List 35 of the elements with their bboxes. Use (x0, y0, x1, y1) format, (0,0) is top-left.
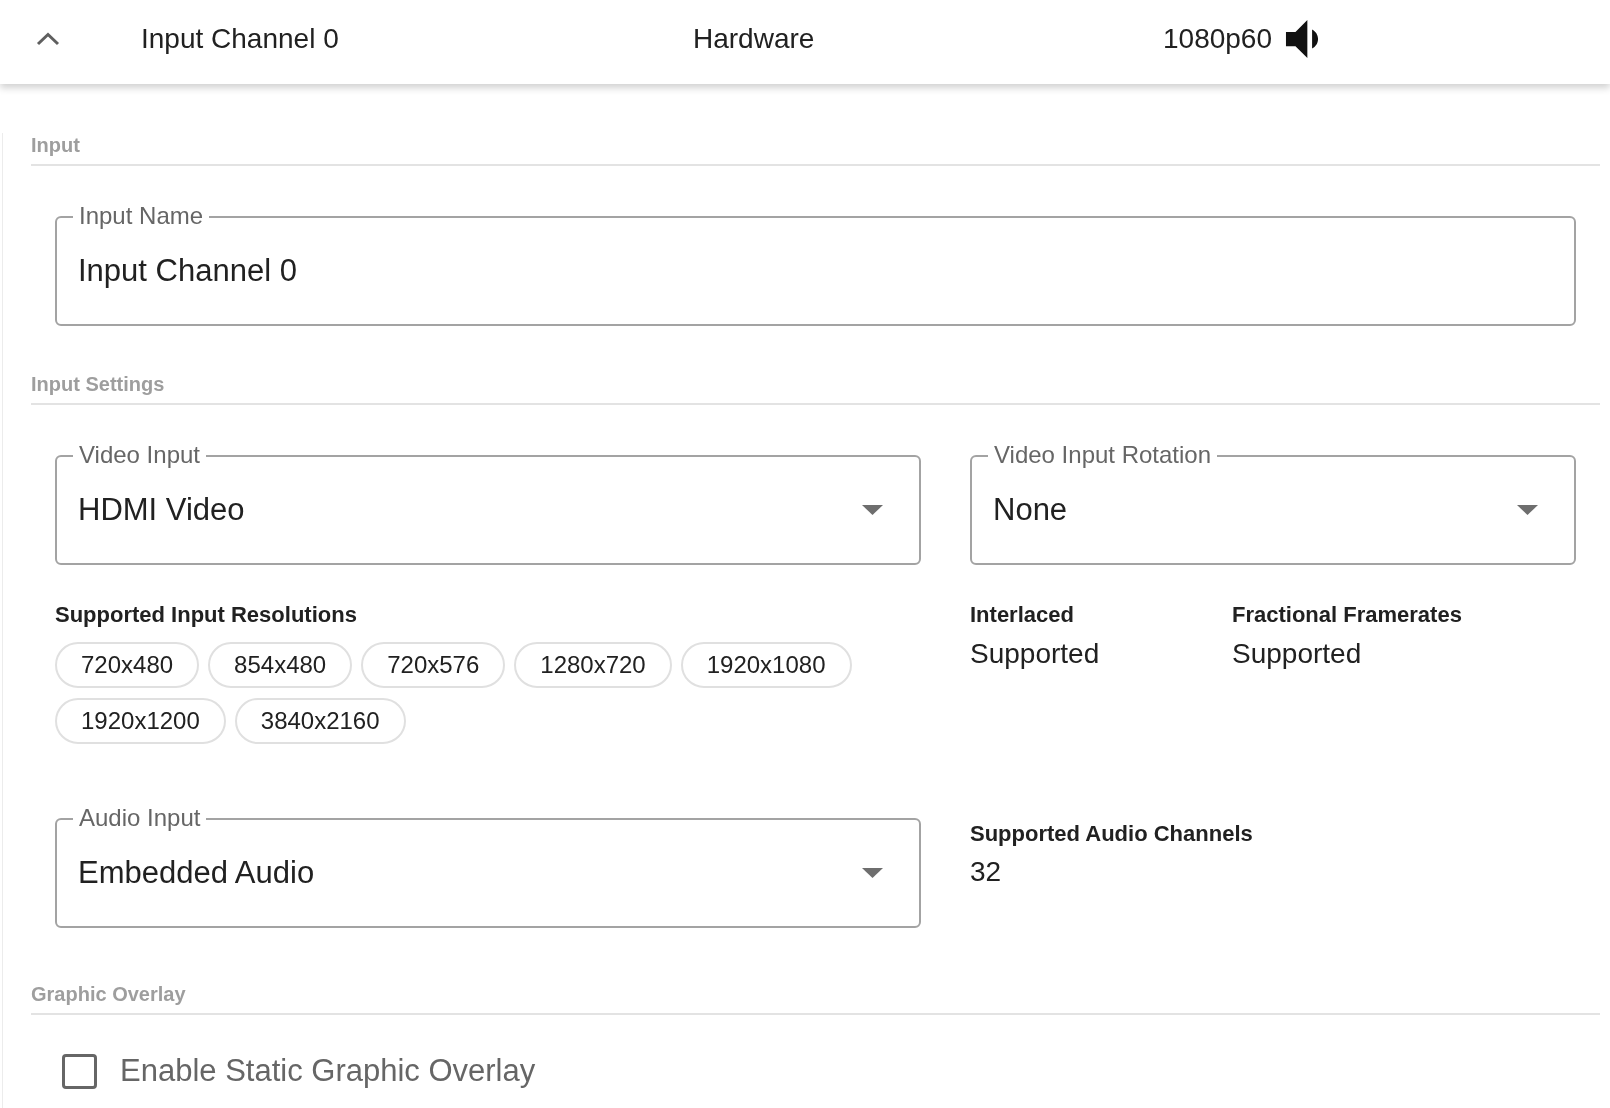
resolution-chip: 720x576 (361, 642, 506, 688)
resolution-chip: 1920x1080 (680, 642, 852, 688)
caret-down-icon (1517, 505, 1538, 515)
resolution-chip: 3840x2160 (234, 698, 406, 744)
checkbox[interactable] (62, 1053, 97, 1089)
video-format-label: 1080p60 (1163, 23, 1272, 55)
field-value: Embedded Audio (78, 855, 315, 891)
section-heading: Input (31, 134, 80, 156)
speaker-icon (1285, 20, 1319, 58)
field-label: Input Name (73, 204, 210, 228)
info-value: Supported (970, 638, 1100, 670)
resolution-chip: 720x480 (55, 642, 200, 688)
field-label: Video Input (73, 443, 206, 467)
section-heading: Graphic Overlay (31, 983, 186, 1005)
field-value: None (993, 492, 1068, 528)
resolution-chip: 1920x1200 (55, 698, 226, 744)
caret-down-icon (862, 505, 883, 515)
caret-down-icon (862, 868, 883, 878)
info-label: Supported Audio Channels (970, 822, 1253, 846)
field-value: Input Channel 0 (78, 253, 297, 289)
info-label: Interlaced (970, 603, 1074, 627)
info-label: Fractional Framerates (1232, 603, 1462, 627)
info-value: Supported (1232, 638, 1362, 670)
field-value: HDMI Video (78, 492, 245, 528)
info-label: Supported Input Resolutions (55, 603, 357, 627)
info-value: 32 (970, 856, 1002, 888)
panel-title: Input Channel 0 (141, 23, 339, 55)
field-label: Video Input Rotation (988, 443, 1218, 467)
source-label: Hardware (693, 23, 815, 55)
resolution-chip: 854x480 (208, 642, 353, 688)
checkbox-label[interactable]: Enable Static Graphic Overlay (120, 1053, 536, 1089)
section-heading: Input Settings (31, 373, 165, 395)
chevron-up-icon[interactable] (36, 32, 60, 46)
field-label: Audio Input (73, 806, 207, 830)
resolution-chip: 1280x720 (514, 642, 672, 688)
